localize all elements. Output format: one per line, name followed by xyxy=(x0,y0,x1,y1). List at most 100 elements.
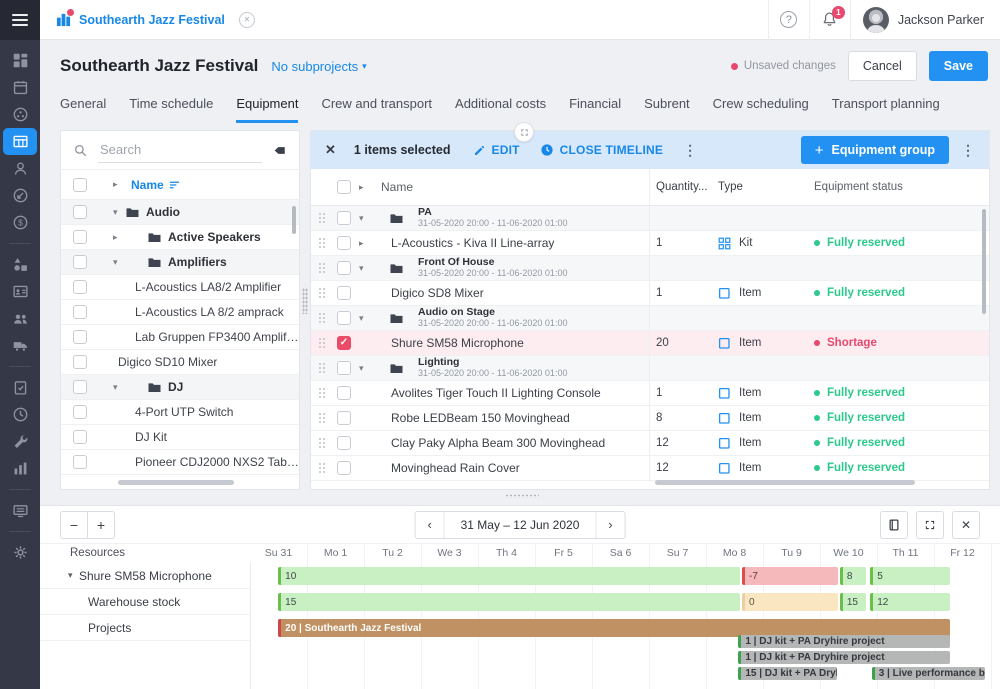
timeline-resource-label[interactable]: Projects xyxy=(40,615,250,641)
sidebar-item-equipment[interactable] xyxy=(3,251,37,278)
timeline-bar[interactable]: 5 xyxy=(870,567,950,585)
zoom-in-button[interactable]: + xyxy=(87,511,115,539)
timeline-bar[interactable]: 0 xyxy=(742,593,838,611)
timeline-bar[interactable]: 15 xyxy=(840,593,866,611)
table-menu-icon[interactable]: ⋮ xyxy=(961,142,975,159)
project-tab-close-icon[interactable]: ✕ xyxy=(239,12,255,28)
user-menu[interactable]: Jackson Parker xyxy=(851,7,1000,33)
tab-general[interactable]: General xyxy=(60,96,106,123)
chevron-right-icon[interactable]: ▸ xyxy=(359,182,371,193)
timeline-bar[interactable]: 1 | DJ kit + PA Dryhire project xyxy=(738,651,950,664)
timeline-bar[interactable]: 8 xyxy=(840,567,866,585)
tab-crew-scheduling[interactable]: Crew scheduling xyxy=(713,96,809,123)
drag-handle[interactable] xyxy=(318,287,325,300)
row-checkbox[interactable] xyxy=(73,430,87,444)
equipment-item-row[interactable]: ▸L-Acoustics - Kiva II Line-array1KitFul… xyxy=(311,231,989,256)
tab-additional-costs[interactable]: Additional costs xyxy=(455,96,546,123)
equipment-item-row[interactable]: Avolites Tiger Touch II Lighting Console… xyxy=(311,381,989,406)
sidebar-item-contacts[interactable] xyxy=(3,101,37,128)
chevron-down-icon[interactable]: ▾ xyxy=(359,363,371,374)
panel-splitter-vertical[interactable] xyxy=(302,288,308,314)
row-checkbox[interactable] xyxy=(337,411,351,425)
tree-horizontal-scrollbar[interactable] xyxy=(118,480,234,485)
close-timeline-button[interactable]: CLOSE TIMELINE xyxy=(540,143,663,157)
tab-transport-planning[interactable]: Transport planning xyxy=(832,96,940,123)
equipment-item-row[interactable]: Robe LEDBeam 150 Movinghead8ItemFully re… xyxy=(311,406,989,431)
drag-handle[interactable] xyxy=(318,237,325,250)
row-checkbox[interactable] xyxy=(73,380,87,394)
sidebar-item-crew[interactable] xyxy=(3,305,37,332)
sidebar-item-transport[interactable] xyxy=(3,332,37,359)
sidebar-item-calendar[interactable] xyxy=(3,74,37,101)
column-header-type[interactable]: Type xyxy=(716,181,806,193)
zoom-out-button[interactable]: − xyxy=(60,511,88,539)
column-header-status[interactable]: Equipment status xyxy=(806,181,981,193)
notifications-button[interactable]: 1 xyxy=(810,0,850,39)
add-equipment-group-button[interactable]: + Equipment group xyxy=(801,136,949,164)
chevron-down-icon[interactable]: ▾ xyxy=(113,257,125,268)
tag-icon[interactable] xyxy=(272,143,287,158)
row-checkbox[interactable] xyxy=(337,211,351,225)
drag-handle[interactable] xyxy=(318,212,325,225)
timeline-bar[interactable]: 12 xyxy=(870,593,950,611)
clear-selection-button[interactable]: ✕ xyxy=(325,142,336,158)
table-vertical-scrollbar[interactable] xyxy=(982,209,986,314)
tree-folder-row[interactable]: ▸Active Speakers xyxy=(61,225,299,250)
row-checkbox[interactable] xyxy=(73,205,87,219)
project-tab[interactable]: Southearth Jazz Festival ✕ xyxy=(40,0,271,39)
tree-folder-row[interactable]: ▾Audio xyxy=(61,200,299,225)
tab-financial[interactable]: Financial xyxy=(569,96,621,123)
panel-expand-handle[interactable] xyxy=(514,122,534,142)
sidebar-item-repair[interactable] xyxy=(3,428,37,455)
tree-item-row[interactable]: Pioneer CDJ2000 NXS2 Tabletop CD... xyxy=(61,450,299,475)
tree-item-row[interactable]: L-Acoustics LA8/2 Amplifier xyxy=(61,275,299,300)
tree-item-row[interactable]: Digico SD10 Mixer xyxy=(61,350,299,375)
row-checkbox[interactable]: ✓ xyxy=(337,336,351,350)
edit-button[interactable]: EDIT xyxy=(473,143,520,157)
row-checkbox[interactable] xyxy=(73,355,87,369)
prev-period-button[interactable]: ‹ xyxy=(416,512,444,538)
hamburger-menu-icon[interactable] xyxy=(0,0,40,40)
select-all-checkbox[interactable] xyxy=(73,178,87,192)
equipment-item-row[interactable]: Clay Paky Alpha Beam 300 Movinghead12Ite… xyxy=(311,431,989,456)
select-all-checkbox[interactable] xyxy=(337,180,351,194)
sidebar-item-time[interactable] xyxy=(3,401,37,428)
date-range-label[interactable]: 31 May – 12 Jun 2020 xyxy=(444,512,597,538)
sidebar-item-dashboard[interactable] xyxy=(3,47,37,74)
row-checkbox[interactable] xyxy=(73,255,87,269)
chevron-right-icon[interactable]: ▸ xyxy=(113,179,125,190)
row-checkbox[interactable] xyxy=(73,305,87,319)
tree-item-row[interactable]: DJ Kit xyxy=(61,425,299,450)
subprojects-dropdown[interactable]: No subprojects ▾ xyxy=(271,59,366,74)
drag-handle[interactable] xyxy=(318,337,325,350)
drag-handle[interactable] xyxy=(318,412,325,425)
drag-handle[interactable] xyxy=(318,362,325,375)
drag-handle[interactable] xyxy=(318,387,325,400)
timeline-resource-label[interactable]: ▾Shure SM58 Microphone xyxy=(40,563,250,589)
equipment-group-row[interactable]: ▾Front Of House31-05-2020 20:00 - 11-06-… xyxy=(311,256,989,281)
sidebar-item-subrent[interactable] xyxy=(3,182,37,209)
equipment-item-row[interactable]: Digico SD8 Mixer1ItemFully reserved xyxy=(311,281,989,306)
timeline-resource-label[interactable]: Warehouse stock xyxy=(40,589,250,615)
row-checkbox[interactable] xyxy=(337,311,351,325)
sidebar-item-projects[interactable] xyxy=(3,128,37,155)
chevron-down-icon[interactable]: ▾ xyxy=(113,207,125,218)
row-checkbox[interactable] xyxy=(73,230,87,244)
tree-column-header[interactable]: Name xyxy=(131,178,164,192)
chevron-down-icon[interactable]: ▾ xyxy=(359,263,371,274)
row-checkbox[interactable] xyxy=(337,261,351,275)
timeline-bar[interactable]: 15 | DJ kit + PA Dryhire proj xyxy=(738,667,837,680)
drag-handle[interactable] xyxy=(318,262,325,275)
sidebar-item-crew-card[interactable] xyxy=(3,278,37,305)
help-button[interactable]: ? xyxy=(769,0,809,39)
row-checkbox[interactable] xyxy=(337,461,351,475)
tree-item-row[interactable]: L-Acoustics LA 8/2 amprack xyxy=(61,300,299,325)
row-checkbox[interactable] xyxy=(73,330,87,344)
row-checkbox[interactable] xyxy=(73,280,87,294)
tab-equipment[interactable]: Equipment xyxy=(236,96,298,123)
tab-time-schedule[interactable]: Time schedule xyxy=(129,96,213,123)
equipment-item-row[interactable]: ✓Shure SM58 Microphone20ItemShortage xyxy=(311,331,989,356)
chevron-down-icon[interactable]: ▾ xyxy=(68,570,79,581)
sort-icon[interactable] xyxy=(169,179,180,190)
tree-item-row[interactable]: 4-Port UTP Switch xyxy=(61,400,299,425)
